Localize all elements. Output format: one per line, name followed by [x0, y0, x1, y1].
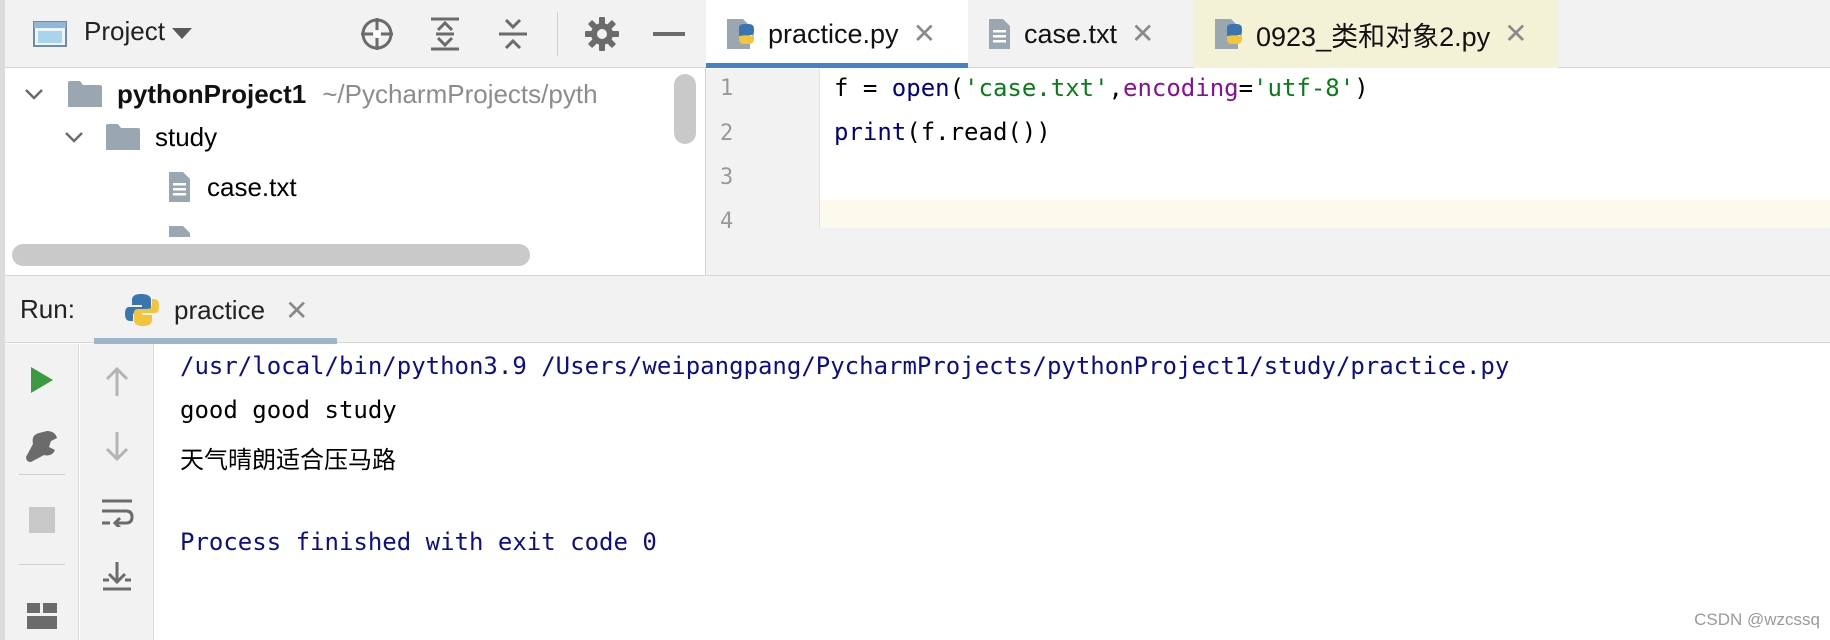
code-token: print [834, 118, 907, 146]
python-logo-icon [125, 294, 159, 326]
code-line-2[interactable]: print(f.read()) [834, 118, 1051, 146]
code-token: 'case.txt' [964, 74, 1109, 102]
run-title: Run: [20, 294, 75, 324]
minimize-icon[interactable] [649, 14, 689, 54]
layout-icon[interactable] [20, 594, 64, 638]
project-view-label[interactable]: Project [84, 16, 165, 47]
editor-empty-area [706, 228, 1830, 275]
file-label: case.txt [207, 171, 297, 202]
console-line-output: 天气晴朗适合压马路 [180, 446, 396, 474]
text-file-icon [169, 172, 190, 202]
locate-file-icon[interactable] [357, 14, 397, 54]
code-token: , [1108, 74, 1123, 102]
rerun-play-icon[interactable] [20, 358, 64, 402]
current-line-highlight [820, 200, 1830, 228]
folder-icon [68, 81, 102, 107]
tree-item-study[interactable]: study [59, 115, 217, 159]
project-path: ~/PycharmProjects/pyth [322, 78, 598, 109]
run-tab-practice[interactable]: practice ✕ [94, 276, 337, 344]
tree-vertical-scrollbar[interactable] [674, 74, 696, 144]
console-line-output: good good study [180, 396, 397, 424]
close-icon[interactable]: ✕ [913, 20, 936, 48]
console-line-exit: Process finished with exit code 0 [180, 528, 657, 556]
project-header: Project [0, 0, 706, 68]
stop-icon[interactable] [20, 498, 64, 542]
wrench-icon[interactable] [20, 424, 64, 468]
toolbar-separator [19, 564, 65, 565]
tree-item-partial[interactable] [165, 219, 207, 237]
chevron-down-icon[interactable] [59, 122, 89, 152]
tree-horizontal-scrollbar[interactable] [12, 244, 530, 266]
code-token: ) [1354, 74, 1369, 102]
console-output[interactable]: /usr/local/bin/python3.9 /Users/weipangp… [180, 344, 1820, 640]
toolbar-separator [19, 474, 65, 475]
text-file-icon [989, 19, 1010, 49]
code-token: ( [949, 74, 965, 102]
project-tree: pythonProject1 ~/PycharmProjects/pyth st… [5, 69, 668, 237]
code-token: (f.read()) [906, 118, 1051, 146]
expand-all-icon[interactable] [425, 14, 465, 54]
arrow-up-icon[interactable] [95, 360, 139, 404]
close-icon[interactable]: ✕ [285, 294, 308, 327]
close-icon[interactable]: ✕ [1504, 20, 1527, 48]
watermark: CSDN @wzcssq [1694, 610, 1820, 629]
editor-pane: practice.py ✕ case.txt ✕ 0923_类和对象2.py ✕… [706, 0, 1830, 275]
code-token: 'utf-8' [1253, 74, 1355, 102]
project-tool-window: Project pythonProject1 ~/PycharmProjects… [0, 0, 706, 275]
header-separator [557, 12, 558, 56]
pycharm-window: Project pythonProject1 ~/PycharmProjects… [0, 0, 1830, 640]
console-line-command: /usr/local/bin/python3.9 /Users/weipangp… [180, 352, 1510, 380]
python-file-icon [169, 226, 190, 237]
line-number: 3 [720, 165, 734, 190]
tab-label: 0923_类和对象2.py [1256, 21, 1491, 52]
scroll-to-end-icon[interactable] [95, 554, 139, 598]
code-token: encoding [1123, 74, 1239, 102]
code-token: open [891, 74, 950, 102]
python-file-icon [727, 19, 754, 49]
view-dropdown-icon[interactable] [162, 14, 202, 54]
run-tab-label: practice [174, 294, 266, 325]
chevron-down-icon[interactable] [19, 79, 49, 109]
run-tool-window: Run: practice ✕ /usr/local/bin/python3.9… [0, 275, 1830, 640]
tab-practice-py[interactable]: practice.py ✕ [706, 0, 968, 68]
run-header: Run: practice ✕ [0, 275, 1830, 344]
folder-label: study [155, 121, 218, 152]
tree-item-case-txt[interactable]: case.txt [165, 165, 297, 209]
gear-icon[interactable] [582, 14, 622, 54]
line-number: 2 [720, 121, 734, 146]
tree-item-project-root[interactable]: pythonProject1 ~/PycharmProjects/pyth [19, 72, 598, 116]
line-number: 1 [720, 76, 734, 101]
code-token: f = [834, 74, 892, 102]
python-file-icon [1215, 19, 1242, 49]
soft-wrap-icon[interactable] [95, 490, 139, 534]
tab-label: practice.py [768, 18, 899, 49]
project-name: pythonProject1 [117, 78, 307, 109]
tab-case-txt[interactable]: case.txt ✕ [968, 0, 1194, 68]
tab-label: case.txt [1024, 18, 1118, 49]
window-left-edge [0, 0, 5, 640]
project-view-icon[interactable] [30, 14, 70, 54]
run-toolbar-secondary [80, 344, 154, 640]
code-line-1[interactable]: f = open('case.txt',encoding='utf-8') [834, 74, 1369, 102]
editor-tab-bar: practice.py ✕ case.txt ✕ 0923_类和对象2.py ✕ [706, 0, 1830, 68]
arrow-down-icon[interactable] [95, 424, 139, 468]
close-icon[interactable]: ✕ [1131, 20, 1154, 48]
run-toolbar-primary [5, 344, 79, 640]
collapse-all-icon[interactable] [493, 14, 533, 54]
code-token: = [1238, 74, 1254, 102]
folder-icon [106, 124, 140, 150]
tab-class-object-py[interactable]: 0923_类和对象2.py ✕ [1194, 0, 1558, 68]
